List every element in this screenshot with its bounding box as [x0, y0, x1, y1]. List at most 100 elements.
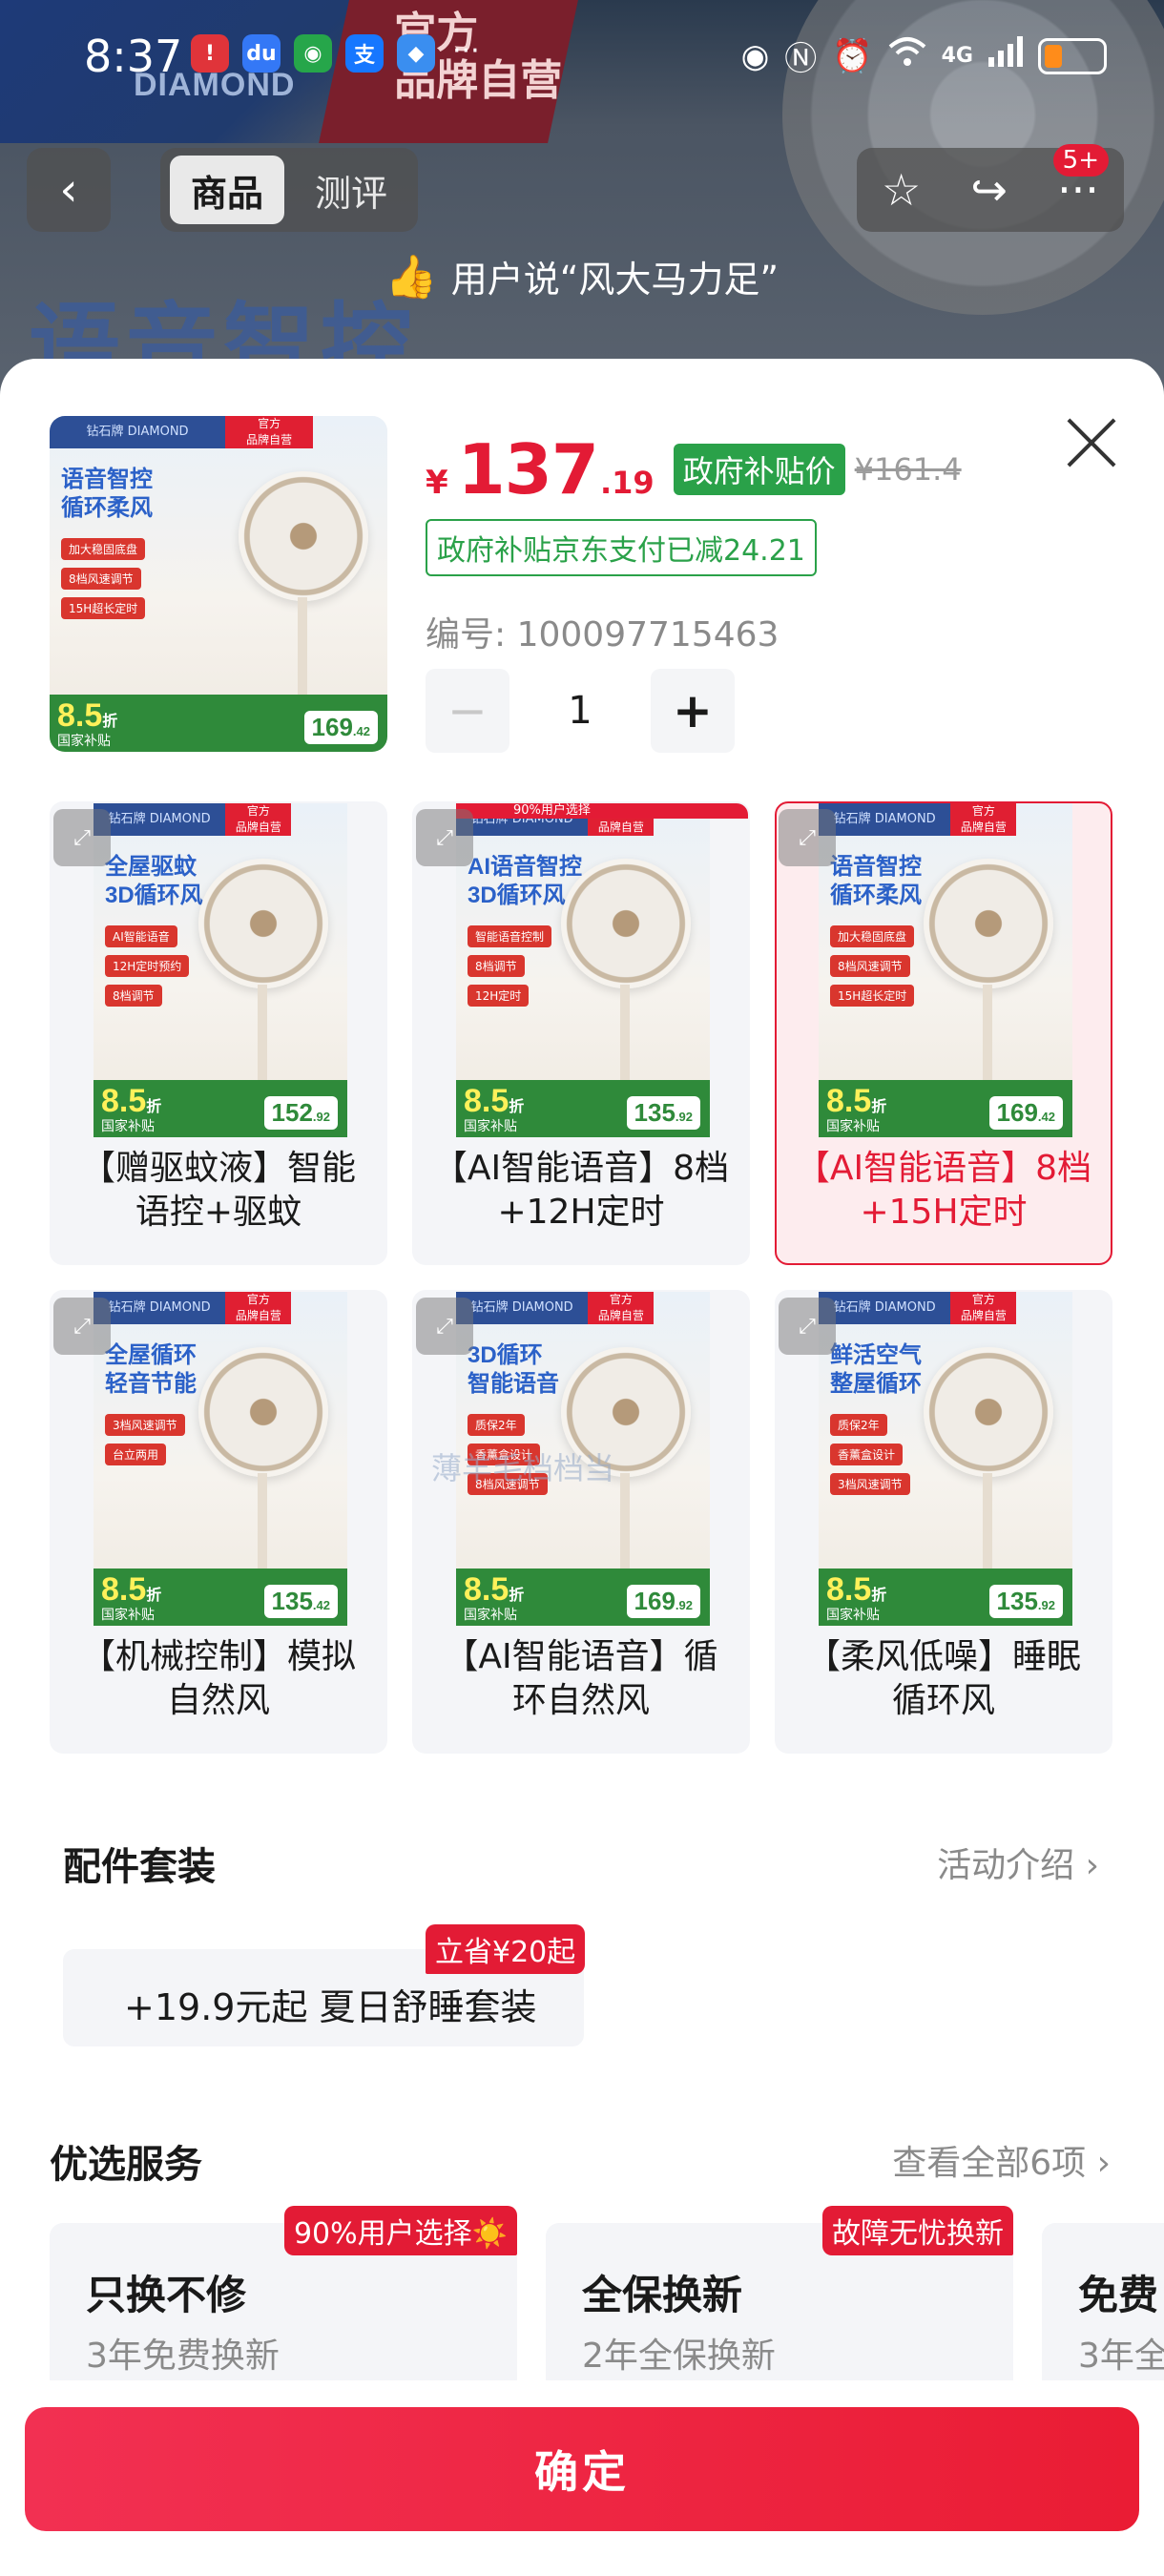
expand-image-icon[interactable]: ⤢: [53, 1298, 111, 1355]
chevron-right-icon: ›: [1096, 2144, 1111, 2183]
image-price: 135.42: [263, 1585, 338, 1618]
subsidy-note: 政府补贴京东支付已减24.21: [426, 519, 817, 576]
variant-image: 钻石牌 DIAMOND 官方 品牌自营 全屋循环 轻音节能 3档风速调节 台立两用 8.5…: [94, 1292, 347, 1626]
feature-tag: 8档风速调节: [61, 568, 141, 590]
feature-tags: 加大稳固底盘 8档风速调节 15H超长定时: [61, 538, 146, 619]
gov-subsidy-label: 国家补贴: [101, 1608, 155, 1623]
favorite-star-icon[interactable]: ☆: [882, 164, 921, 216]
image-headline: 全屋驱蚊 3D循环风: [105, 854, 203, 908]
close-icon[interactable]: [1063, 414, 1120, 471]
view-all-services-link[interactable]: 查看全部6项 ›: [892, 2135, 1111, 2185]
variant-option[interactable]: ⤢ 钻石牌 DIAMOND 官方 品牌自营 全屋循环 轻音节能 3档风速调节 台立两用 8.…: [50, 1290, 387, 1754]
image-headline: 3D循环 智能语音: [468, 1342, 559, 1397]
service-badge: 故障无忧换新: [822, 2206, 1013, 2255]
gov-subsidy-label: 国家补贴: [101, 1119, 155, 1134]
feature-tag: 8档风速调节: [830, 955, 910, 977]
service-card-replace[interactable]: 只换不修 3年免费换新 90%用户选择☀️: [50, 2206, 517, 2395]
official-badge: 官方 品牌自营: [588, 1292, 655, 1324]
price-row: ¥ 137 .19 政府补贴价 ¥161.4: [426, 429, 962, 509]
gov-subsidy-label: 国家补贴: [826, 1608, 880, 1623]
network-type: 4G: [941, 44, 973, 68]
brand-logo: 钻石牌 DIAMOND: [456, 1292, 589, 1324]
official-badge: 官方 品牌自营: [950, 1292, 1017, 1324]
selected-product-image[interactable]: 钻石牌 DIAMOND 官方 品牌自营 语音智控 循环柔风 加大稳固底盘 8档风速调节 1…: [50, 416, 387, 752]
expand-image-icon[interactable]: ⤢: [779, 809, 836, 866]
fan-head: [924, 1347, 1053, 1477]
service-subtitle: 3年全: [1078, 2337, 1164, 2376]
review-banner: 👍 用户说“风大马力足”: [0, 250, 1164, 302]
image-price: 135.92: [626, 1096, 700, 1130]
feature-tag: 质保2年: [468, 1414, 525, 1436]
discount-label: 8.5折: [826, 1571, 887, 1608]
gov-subsidy-label: 国家补贴: [57, 734, 111, 749]
currency-symbol: ¥: [426, 464, 448, 502]
services-title: 优选服务: [50, 2143, 202, 2187]
official-badge: 官方 品牌自营: [950, 803, 1017, 836]
system-icons: ◉ Ⓝ ⏰ 4G: [741, 32, 1107, 79]
product-thumbnail: 钻石牌 DIAMOND 官方 品牌自营 语音智控 循环柔风 加大稳固底盘 8档风速调节 1…: [50, 416, 387, 752]
back-button[interactable]: ‹: [27, 148, 111, 232]
thumbs-up-icon: 👍: [385, 252, 438, 301]
variant-option[interactable]: 90%用户选择⤢钻石牌 DIAMOND官方 品牌自营AI语音智控 3D循环风智能…: [412, 801, 750, 1265]
service-subtitle: 2年全保换新: [582, 2337, 776, 2376]
alipay-icon: 支: [345, 34, 384, 73]
increase-button[interactable]: +: [651, 669, 735, 753]
accessory-title: 配件套装: [63, 1845, 216, 1889]
discount-label: 8.5折: [464, 1571, 525, 1608]
image-headline: 全屋循环 轻音节能: [105, 1342, 197, 1397]
image-price: 152.92: [263, 1096, 338, 1130]
feature-tag: 加大稳固底盘: [830, 925, 915, 947]
variant-image: 钻石牌 DIAMOND 官方 品牌自营 鲜活空气 整屋循环 质保2年 香薰盒设计 3档风速…: [819, 1292, 1072, 1626]
official-badge: 官方 品牌自营: [225, 416, 314, 448]
variant-label: 【AI智能语音】8档+15H定时: [795, 1149, 1092, 1232]
discount-label: 8.5折: [101, 1571, 162, 1608]
decrease-button[interactable]: −: [426, 669, 509, 753]
feature-tag: 3档风速调节: [105, 1414, 185, 1436]
service-badge: 90%用户选择☀️: [283, 2206, 517, 2255]
message-badge: 5+: [1052, 144, 1109, 177]
feature-tag: 加大稳固底盘: [61, 538, 146, 560]
feature-tag: AI智能语音: [105, 925, 177, 947]
confirm-button[interactable]: 确定: [25, 2407, 1139, 2531]
feature-tag: 台立两用: [105, 1444, 167, 1465]
image-headline: 语音智控 循环柔风: [830, 854, 922, 908]
brand-logo: 钻石牌 DIAMOND: [819, 803, 951, 836]
variant-image: 钻石牌 DIAMOND官方 品牌自营AI语音智控 3D循环风智能语音控制8档调节…: [456, 803, 710, 1137]
feature-tag: 智能语音控制: [468, 925, 552, 947]
fan-head: [239, 471, 368, 601]
expand-image-icon[interactable]: ⤢: [416, 1298, 473, 1355]
feature-tag: 8档调节: [105, 985, 162, 1007]
fan-head: [924, 859, 1053, 988]
tab-review[interactable]: 测评: [294, 156, 408, 224]
fan-head: [198, 859, 328, 988]
variant-option[interactable]: ⤢ 钻石牌 DIAMOND 官方 品牌自营 鲜活空气 整屋循环 质保2年 香薰盒设计 3档风…: [775, 1290, 1112, 1754]
service-card-free[interactable]: 免费 3年全: [1042, 2223, 1164, 2395]
china-mobile-icon: ◉: [294, 34, 332, 73]
expand-image-icon[interactable]: ⤢: [779, 1298, 836, 1355]
red-app-icon: !: [191, 34, 229, 73]
eye-icon: ◉: [740, 36, 770, 75]
variant-option[interactable]: ⤢ 钻石牌 DIAMOND 官方 品牌自营 语音智控 循环柔风加大稳固底盘 8档风速调节…: [775, 801, 1112, 1265]
feature-tag: 15H超长定时: [61, 597, 146, 619]
variant-label: 【AI智能语音】循环自然风: [444, 1637, 718, 1720]
variant-label: 【机械控制】模拟自然风: [80, 1637, 356, 1720]
signal-icon: [988, 36, 1023, 75]
feature-tag: 12H定时预约: [105, 955, 190, 977]
service-title: 全保换新: [582, 2272, 743, 2318]
discount-label: 8.5折: [57, 697, 118, 734]
accessory-bundle-label: +19.9元起 夏日舒睡套装: [124, 1986, 537, 2028]
variant-option[interactable]: ⤢ 钻石牌 DIAMOND 官方 品牌自营 全屋驱蚊 3D循环风 AI智能语音 12H定时…: [50, 801, 387, 1265]
service-card-full-warranty[interactable]: 全保换新 2年全保换新 故障无忧换新: [546, 2206, 1013, 2395]
fan-head: [198, 1347, 328, 1477]
expand-image-icon[interactable]: ⤢: [416, 809, 473, 866]
savings-badge: 立省¥20起: [426, 1924, 586, 1974]
activity-intro-link[interactable]: 活动介绍 ›: [937, 1838, 1099, 1887]
baidu-map-icon: du: [242, 34, 281, 73]
tab-product[interactable]: 商品: [170, 156, 285, 224]
variant-label: 【柔风低噪】睡眠循环风: [805, 1637, 1081, 1720]
discount-label: 8.5折: [101, 1083, 162, 1119]
quantity-value[interactable]: 1: [509, 689, 651, 733]
share-icon[interactable]: ↪: [970, 164, 1008, 216]
variant-option[interactable]: ⤢ 钻石牌 DIAMOND 官方 品牌自营 3D循环 智能语音 质保2年 香薰盒设计 8档风…: [412, 1290, 750, 1754]
expand-image-icon[interactable]: ⤢: [53, 809, 111, 866]
